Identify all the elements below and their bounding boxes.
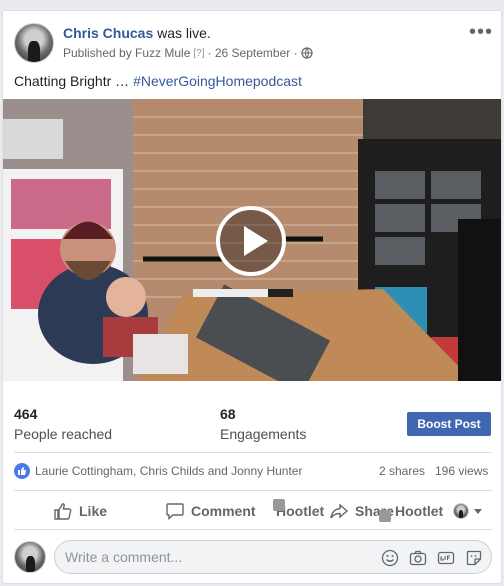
post-body-text: Chatting Brightr …	[14, 73, 130, 89]
author-avatar[interactable]	[14, 23, 54, 63]
share-icon	[330, 503, 349, 519]
like-reaction-icon[interactable]	[14, 463, 30, 479]
people-reached-label: People reached	[14, 426, 113, 442]
like-button[interactable]: Like	[53, 501, 107, 521]
comment-button[interactable]: Comment	[165, 501, 256, 521]
engagements-value: 68	[220, 406, 236, 422]
caret-down-icon	[474, 509, 482, 514]
hashtag-link[interactable]: #NeverGoingHomepodcast	[133, 73, 302, 89]
views-count: 196 views	[435, 464, 489, 478]
play-button[interactable]	[216, 206, 286, 276]
post-meta: Published by Fuzz Mule [?] · 26 Septembe…	[63, 46, 313, 60]
comment-input[interactable]	[65, 549, 365, 565]
owl-icon	[379, 510, 391, 522]
boost-post-button[interactable]: Boost Post	[407, 412, 491, 436]
published-by-text[interactable]: Published by Fuzz Mule	[63, 46, 190, 60]
post-date[interactable]: · 26 September ·	[208, 46, 298, 60]
commenter-avatar[interactable]	[14, 541, 46, 573]
help-marker[interactable]: [?]	[193, 48, 204, 59]
sticker-icon[interactable]	[465, 549, 483, 567]
post-text: Chatting Brightr … #NeverGoingHomepodcas…	[14, 73, 302, 89]
share-as-selector[interactable]	[453, 501, 483, 521]
people-reached-value: 464	[14, 406, 38, 422]
camera-icon[interactable]	[409, 549, 427, 567]
author-name-link[interactable]: Chris Chucas	[63, 25, 153, 41]
comment-label: Comment	[191, 503, 256, 519]
page-avatar	[453, 503, 469, 519]
more-options-button[interactable]: •••	[469, 21, 493, 44]
hootlet-share-button[interactable]: Hootlet	[395, 501, 443, 521]
gif-icon[interactable]	[437, 549, 455, 567]
divider	[14, 490, 492, 491]
divider	[14, 529, 492, 530]
reactions-bar: Laurie Cottingham, Chris Childs and Jonn…	[14, 463, 492, 483]
engagements-label: Engagements	[220, 426, 307, 442]
owl-icon	[273, 499, 285, 511]
emoji-icon[interactable]	[381, 549, 399, 567]
globe-icon[interactable]	[300, 47, 313, 59]
comment-box[interactable]	[54, 540, 492, 574]
live-status-text: was live.	[157, 25, 211, 41]
hootlet-share-label: Hootlet	[395, 503, 444, 519]
post-card: Chris Chucas was live. Published by Fuzz…	[2, 10, 502, 584]
reactors-link[interactable]: Laurie Cottingham, Chris Childs and Jonn…	[35, 464, 302, 478]
like-label: Like	[79, 503, 108, 519]
divider	[14, 452, 492, 453]
video-player[interactable]	[3, 99, 501, 381]
thumbs-up-icon	[54, 503, 72, 520]
shares-count-link[interactable]: 2 shares	[379, 464, 425, 478]
post-header: Chris Chucas was live.	[63, 25, 211, 41]
comment-icon	[166, 503, 184, 521]
